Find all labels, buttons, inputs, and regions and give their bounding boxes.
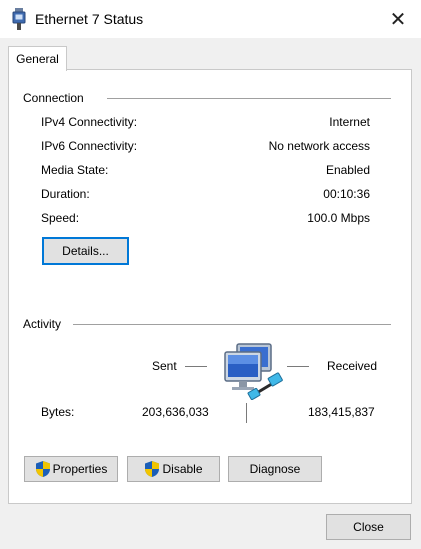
window-title: Ethernet 7 Status — [35, 11, 144, 27]
properties-label: Properties — [52, 462, 108, 476]
duration-value: 00:10:36 — [323, 187, 370, 201]
disable-label: Disable — [162, 462, 203, 476]
uac-shield-icon — [145, 461, 160, 477]
received-label: Received — [327, 359, 378, 373]
media-state-value: Enabled — [325, 163, 370, 177]
tab-general[interactable]: General — [8, 46, 67, 71]
title-bar: Ethernet 7 Status ✕ — [0, 0, 421, 38]
close-button[interactable]: Close — [326, 514, 411, 540]
network-computers-icon — [224, 343, 283, 400]
sent-dash — [185, 366, 207, 367]
details-button[interactable]: Details... — [42, 237, 129, 265]
general-panel: Connection IPv4 Connectivity: Internet I… — [8, 69, 412, 504]
connection-divider — [107, 98, 391, 99]
ipv4-label: IPv4 Connectivity: — [41, 115, 138, 129]
speed-label: Speed: — [41, 211, 80, 225]
diagnose-button[interactable]: Diagnose — [228, 456, 322, 482]
ethernet-icon — [12, 8, 26, 30]
uac-shield-icon — [35, 461, 50, 477]
speed-value: 100.0 Mbps — [307, 211, 370, 225]
activity-divider — [73, 324, 391, 325]
ipv4-value: Internet — [329, 115, 370, 129]
activity-heading: Activity — [23, 317, 62, 331]
connection-heading: Connection — [23, 91, 84, 105]
media-state-label: Media State: — [41, 163, 109, 177]
ipv6-label: IPv6 Connectivity: — [41, 139, 138, 153]
sent-label: Sent — [152, 359, 177, 373]
close-window-icon[interactable]: ✕ — [375, 0, 421, 38]
bytes-separator — [246, 403, 247, 423]
disable-button[interactable]: Disable — [127, 456, 220, 482]
bytes-sent-value: 203,636,033 — [142, 405, 209, 419]
properties-button[interactable]: Properties — [24, 456, 118, 482]
ipv6-value: No network access — [268, 139, 370, 153]
duration-label: Duration: — [41, 187, 90, 201]
bytes-label: Bytes: — [41, 405, 75, 419]
received-dash — [287, 366, 309, 367]
bytes-received-value: 183,415,837 — [308, 405, 375, 419]
